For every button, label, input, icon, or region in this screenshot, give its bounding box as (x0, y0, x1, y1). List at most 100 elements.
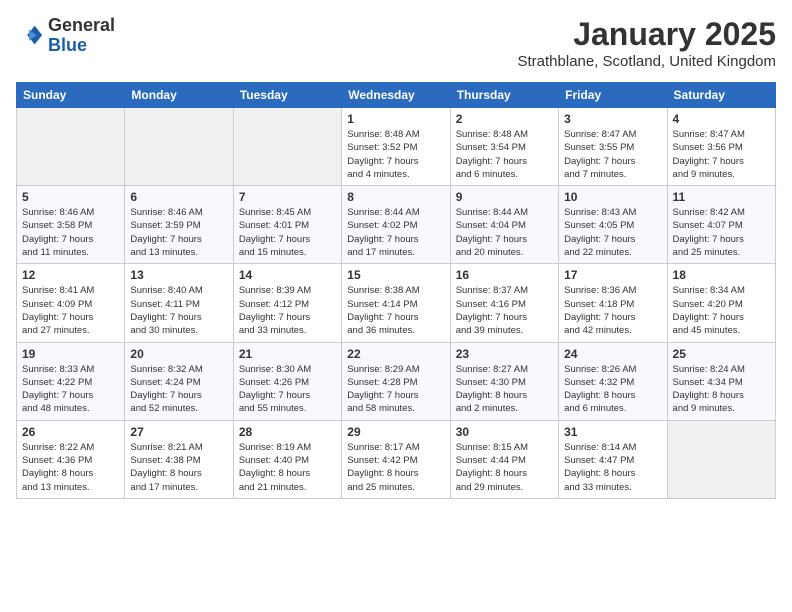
day-info: Sunrise: 8:39 AM Sunset: 4:12 PM Dayligh… (239, 284, 336, 337)
day-info: Sunrise: 8:34 AM Sunset: 4:20 PM Dayligh… (673, 284, 770, 337)
day-cell: 18 Sunrise: 8:34 AM Sunset: 4:20 PM Dayli… (667, 264, 775, 342)
day-cell: 22Sunrise: 8:29 AM Sunset: 4:28 PM Dayli… (342, 342, 450, 420)
day-number: 6 (130, 190, 227, 204)
day-info: Sunrise: 8:32 AM Sunset: 4:24 PM Dayligh… (130, 363, 227, 416)
week-row-1: 1Sunrise: 8:48 AM Sunset: 3:52 PM Daylig… (17, 108, 776, 186)
day-number: 13 (130, 268, 227, 282)
day-info: Sunrise: 8:40 AM Sunset: 4:11 PM Dayligh… (130, 284, 227, 337)
logo-general-text: General (48, 16, 115, 36)
day-info: Sunrise: 8:44 AM Sunset: 4:02 PM Dayligh… (347, 206, 444, 259)
day-info: Sunrise: 8:30 AM Sunset: 4:26 PM Dayligh… (239, 363, 336, 416)
day-info: Sunrise: 8:47 AM Sunset: 3:56 PM Dayligh… (673, 128, 770, 181)
week-row-4: 19 Sunrise: 8:33 AM Sunset: 4:22 PM Dayli… (17, 342, 776, 420)
day-number: 21 (239, 347, 336, 361)
day-info: Sunrise: 8:48 AM Sunset: 3:54 PM Dayligh… (456, 128, 553, 181)
day-info: Sunrise: 8:15 AM Sunset: 4:44 PM Dayligh… (456, 441, 553, 494)
week-row-3: 12 Sunrise: 8:41 AM Sunset: 4:09 PM Dayli… (17, 264, 776, 342)
day-info: Sunrise: 8:17 AM Sunset: 4:42 PM Dayligh… (347, 441, 444, 494)
day-number: 10 (564, 190, 661, 204)
day-cell: 19 Sunrise: 8:33 AM Sunset: 4:22 PM Dayli… (17, 342, 125, 420)
day-cell: 4 Sunrise: 8:47 AM Sunset: 3:56 PM Daylig… (667, 108, 775, 186)
day-cell: 26 Sunrise: 8:22 AM Sunset: 4:36 PM Dayli… (17, 420, 125, 498)
day-info: Sunrise: 8:26 AM Sunset: 4:32 PM Dayligh… (564, 363, 661, 416)
day-info: Sunrise: 8:46 AM Sunset: 3:59 PM Dayligh… (130, 206, 227, 259)
day-number: 31 (564, 425, 661, 439)
day-cell: 28Sunrise: 8:19 AM Sunset: 4:40 PM Dayli… (233, 420, 341, 498)
day-cell: 30 Sunrise: 8:15 AM Sunset: 4:44 PM Dayli… (450, 420, 558, 498)
day-number: 19 (22, 347, 119, 361)
day-number: 5 (22, 190, 119, 204)
day-cell: 11Sunrise: 8:42 AM Sunset: 4:07 PM Dayli… (667, 186, 775, 264)
day-number: 2 (456, 112, 553, 126)
day-number: 29 (347, 425, 444, 439)
day-info: Sunrise: 8:21 AM Sunset: 4:38 PM Dayligh… (130, 441, 227, 494)
day-cell: 8 Sunrise: 8:44 AM Sunset: 4:02 PM Daylig… (342, 186, 450, 264)
day-number: 14 (239, 268, 336, 282)
day-info: Sunrise: 8:46 AM Sunset: 3:58 PM Dayligh… (22, 206, 119, 259)
day-cell: 16 Sunrise: 8:37 AM Sunset: 4:16 PM Dayli… (450, 264, 558, 342)
logo: General Blue (16, 16, 115, 56)
day-cell: 17 Sunrise: 8:36 AM Sunset: 4:18 PM Dayli… (559, 264, 667, 342)
page-header: General Blue January 2025 Strathblane, S… (16, 16, 776, 70)
day-number: 18 (673, 268, 770, 282)
day-cell: 24 Sunrise: 8:26 AM Sunset: 4:32 PM Dayli… (559, 342, 667, 420)
weekday-header-monday: Monday (125, 83, 233, 108)
day-cell (17, 108, 125, 186)
day-cell: 23Sunrise: 8:27 AM Sunset: 4:30 PM Dayli… (450, 342, 558, 420)
day-number: 24 (564, 347, 661, 361)
day-info: Sunrise: 8:24 AM Sunset: 4:34 PM Dayligh… (673, 363, 770, 416)
day-cell: 6 Sunrise: 8:46 AM Sunset: 3:59 PM Daylig… (125, 186, 233, 264)
day-number: 9 (456, 190, 553, 204)
day-number: 8 (347, 190, 444, 204)
day-info: Sunrise: 8:41 AM Sunset: 4:09 PM Dayligh… (22, 284, 119, 337)
day-cell: 31 Sunrise: 8:14 AM Sunset: 4:47 PM Dayli… (559, 420, 667, 498)
day-info: Sunrise: 8:36 AM Sunset: 4:18 PM Dayligh… (564, 284, 661, 337)
day-number: 23 (456, 347, 553, 361)
day-number: 12 (22, 268, 119, 282)
day-info: Sunrise: 8:14 AM Sunset: 4:47 PM Dayligh… (564, 441, 661, 494)
day-cell: 10 Sunrise: 8:43 AM Sunset: 4:05 PM Dayli… (559, 186, 667, 264)
day-number: 7 (239, 190, 336, 204)
day-cell: 27Sunrise: 8:21 AM Sunset: 4:38 PM Dayli… (125, 420, 233, 498)
day-cell: 3Sunrise: 8:47 AM Sunset: 3:55 PM Daylig… (559, 108, 667, 186)
logo-text: General Blue (48, 16, 115, 56)
weekday-header-tuesday: Tuesday (233, 83, 341, 108)
day-number: 15 (347, 268, 444, 282)
day-info: Sunrise: 8:48 AM Sunset: 3:52 PM Dayligh… (347, 128, 444, 181)
weekday-header-wednesday: Wednesday (342, 83, 450, 108)
title-section: January 2025 Strathblane, Scotland, Unit… (518, 16, 777, 70)
logo-icon (16, 22, 44, 50)
day-cell (667, 420, 775, 498)
day-cell: 5 Sunrise: 8:46 AM Sunset: 3:58 PM Daylig… (17, 186, 125, 264)
day-number: 25 (673, 347, 770, 361)
weekday-header-thursday: Thursday (450, 83, 558, 108)
day-number: 16 (456, 268, 553, 282)
day-cell: 12 Sunrise: 8:41 AM Sunset: 4:09 PM Dayli… (17, 264, 125, 342)
weekday-header-sunday: Sunday (17, 83, 125, 108)
day-cell: 29 Sunrise: 8:17 AM Sunset: 4:42 PM Dayli… (342, 420, 450, 498)
weekday-header-row: SundayMondayTuesdayWednesdayThursdayFrid… (17, 83, 776, 108)
location-subtitle: Strathblane, Scotland, United Kingdom (518, 53, 777, 70)
day-info: Sunrise: 8:19 AM Sunset: 4:40 PM Dayligh… (239, 441, 336, 494)
day-number: 4 (673, 112, 770, 126)
calendar-table: SundayMondayTuesdayWednesdayThursdayFrid… (16, 82, 776, 499)
day-info: Sunrise: 8:44 AM Sunset: 4:04 PM Dayligh… (456, 206, 553, 259)
day-cell: 7 Sunrise: 8:45 AM Sunset: 4:01 PM Daylig… (233, 186, 341, 264)
day-number: 17 (564, 268, 661, 282)
day-number: 3 (564, 112, 661, 126)
day-number: 30 (456, 425, 553, 439)
day-info: Sunrise: 8:43 AM Sunset: 4:05 PM Dayligh… (564, 206, 661, 259)
day-info: Sunrise: 8:22 AM Sunset: 4:36 PM Dayligh… (22, 441, 119, 494)
week-row-5: 26 Sunrise: 8:22 AM Sunset: 4:36 PM Dayli… (17, 420, 776, 498)
day-info: Sunrise: 8:37 AM Sunset: 4:16 PM Dayligh… (456, 284, 553, 337)
day-number: 22 (347, 347, 444, 361)
day-number: 26 (22, 425, 119, 439)
day-cell: 9 Sunrise: 8:44 AM Sunset: 4:04 PM Daylig… (450, 186, 558, 264)
day-info: Sunrise: 8:33 AM Sunset: 4:22 PM Dayligh… (22, 363, 119, 416)
day-cell: 13 Sunrise: 8:40 AM Sunset: 4:11 PM Dayli… (125, 264, 233, 342)
day-number: 11 (673, 190, 770, 204)
day-info: Sunrise: 8:45 AM Sunset: 4:01 PM Dayligh… (239, 206, 336, 259)
day-cell: 2 Sunrise: 8:48 AM Sunset: 3:54 PM Daylig… (450, 108, 558, 186)
day-cell: 25 Sunrise: 8:24 AM Sunset: 4:34 PM Dayli… (667, 342, 775, 420)
week-row-2: 5 Sunrise: 8:46 AM Sunset: 3:58 PM Daylig… (17, 186, 776, 264)
